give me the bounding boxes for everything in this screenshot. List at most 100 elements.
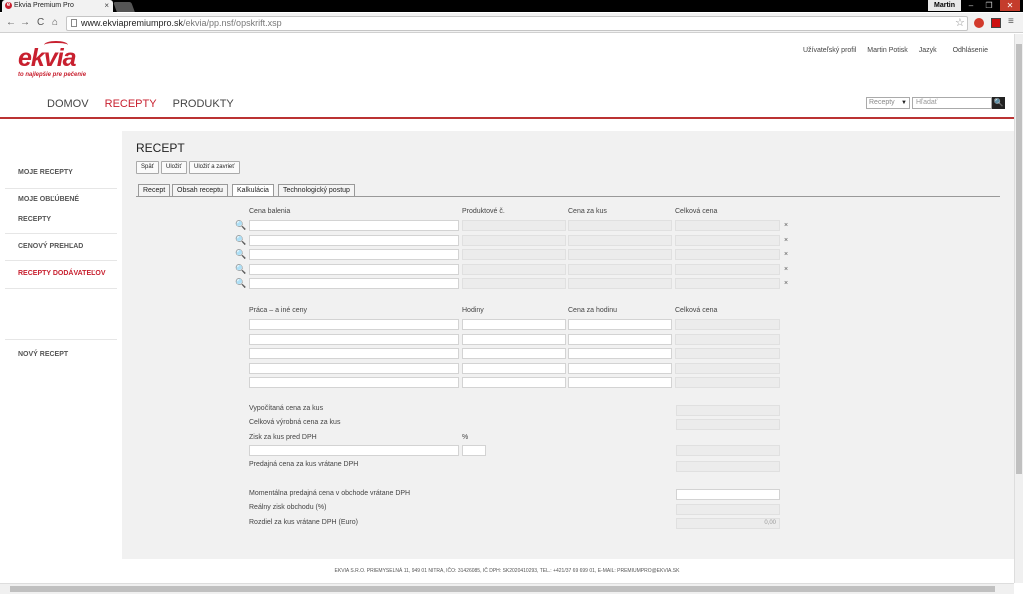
labor-description-input[interactable] — [249, 333, 459, 345]
search-icon[interactable]: 🔍 — [235, 220, 246, 230]
package-price-input[interactable] — [249, 220, 459, 231]
new-tab-button[interactable] — [113, 2, 135, 12]
product-no-field — [462, 249, 566, 260]
product-no-field — [462, 220, 566, 231]
page-icon — [71, 19, 77, 27]
link-user-name[interactable]: Martin Potisk — [867, 47, 907, 54]
back-icon[interactable]: ← — [6, 17, 16, 29]
package-price-input[interactable] — [249, 278, 459, 289]
search-input[interactable]: Hľadať — [912, 97, 992, 109]
forward-icon[interactable]: → — [20, 17, 30, 29]
browser-tab[interactable]: e Ekvia Premium Pro × — [2, 0, 113, 13]
labor-description-input[interactable] — [249, 348, 459, 359]
bookmark-star-icon[interactable]: ☆ — [955, 16, 965, 29]
col-header-package-price: Cena balenia — [249, 208, 291, 215]
labor-description-input[interactable] — [249, 377, 459, 388]
tab-recipe-contents[interactable]: Obsah receptu — [172, 184, 228, 196]
sidebar-item-my-recipes[interactable]: MOJE RECEPTY — [18, 163, 73, 182]
delete-row-icon[interactable]: × — [784, 250, 788, 260]
minimize-icon[interactable]: – — [963, 0, 979, 11]
profit-total-field — [676, 445, 780, 456]
delete-row-icon[interactable]: × — [784, 236, 788, 246]
price-per-piece-field — [568, 278, 672, 289]
home-icon[interactable]: ⌂ — [52, 17, 58, 29]
package-price-input[interactable] — [249, 263, 459, 275]
total-price-field — [675, 263, 780, 275]
search-category-select[interactable]: Recepty ▼ — [866, 97, 910, 109]
product-no-field — [462, 234, 566, 246]
sidebar-divider — [5, 288, 117, 289]
price-per-hour-input[interactable] — [568, 348, 672, 359]
sidebar-item-favorites[interactable]: MOJE OBĽÚBENÉ — [18, 190, 79, 209]
search-icon[interactable]: 🔍 — [235, 278, 246, 288]
extension-icon[interactable] — [974, 18, 984, 28]
package-price-input[interactable] — [249, 249, 459, 260]
close-tab-icon[interactable]: × — [104, 0, 109, 12]
profit-percent-input[interactable] — [462, 445, 486, 456]
sidebar-item-favorites-line2[interactable]: RECEPTY — [18, 210, 51, 229]
price-per-hour-input[interactable] — [568, 333, 672, 345]
label-sale-price: Predajná cena za kus vrátane DPH — [249, 461, 359, 468]
product-no-field — [462, 278, 566, 289]
search-icon[interactable]: 🔍 — [235, 264, 246, 274]
footer: EKVIA S.R.O. PRIEMYSELNÁ 11, 949 01 NITR… — [334, 568, 680, 574]
hours-input[interactable] — [462, 333, 566, 345]
tab-technological-process[interactable]: Technologický postup — [278, 184, 355, 196]
tab-recipe[interactable]: Recept — [138, 184, 171, 196]
hours-input[interactable] — [462, 348, 566, 359]
col-header-labor-total: Celková cena — [675, 307, 718, 314]
back-button[interactable]: Späť — [136, 161, 159, 174]
link-language[interactable]: Jazyk — [919, 47, 937, 54]
hours-input[interactable] — [462, 319, 566, 330]
ekvia-logo[interactable]: ekvia — [18, 44, 77, 73]
nav-recipes[interactable]: RECEPTY — [105, 98, 157, 110]
total-price-field — [675, 278, 780, 289]
tab-underline — [136, 196, 1000, 197]
link-user-profile[interactable]: Užívateľský profil — [803, 47, 856, 54]
horizontal-scrollbar[interactable] — [0, 583, 1014, 594]
delete-row-icon[interactable]: × — [784, 265, 788, 275]
vertical-scroll-thumb[interactable] — [1016, 44, 1022, 474]
save-and-close-button[interactable]: Uložiť a zavrieť — [189, 161, 240, 174]
link-logout[interactable]: Odhlásenie — [953, 47, 988, 54]
hours-input[interactable] — [462, 362, 566, 374]
col-header-price-per-piece: Cena za kus — [568, 208, 607, 215]
page-title: RECEPT — [136, 141, 185, 155]
price-per-piece-field — [568, 234, 672, 246]
col-header-total-price: Celková cena — [675, 208, 718, 215]
price-per-hour-input[interactable] — [568, 377, 672, 388]
profit-input[interactable] — [249, 445, 459, 456]
nav-products[interactable]: PRODUKTY — [173, 98, 234, 110]
hours-input[interactable] — [462, 377, 566, 388]
search-icon[interactable]: 🔍 — [235, 249, 246, 259]
sidebar-item-supplier-recipes[interactable]: RECEPTY DODÁVATEĽOV — [18, 264, 106, 283]
price-per-hour-input[interactable] — [568, 319, 672, 330]
nav-home[interactable]: DOMOV — [47, 98, 89, 110]
delete-row-icon[interactable]: × — [784, 221, 788, 231]
delete-row-icon[interactable]: × — [784, 279, 788, 289]
search-icon[interactable]: 🔍 — [235, 235, 246, 245]
browser-user-badge[interactable]: Martin — [928, 0, 961, 11]
sidebar-item-new-recipe[interactable]: NOVÝ RECEPT — [18, 345, 68, 364]
sale-price-field — [676, 461, 780, 472]
restore-icon[interactable]: ❐ — [981, 0, 997, 11]
label-current-price: Momentálna predajná cena v obchode vráta… — [249, 490, 411, 497]
close-window-icon[interactable]: ✕ — [1000, 0, 1020, 11]
total-price-field — [675, 220, 780, 231]
horizontal-scroll-thumb[interactable] — [10, 586, 995, 592]
window-titlebar — [0, 0, 1023, 12]
package-price-input[interactable] — [249, 234, 459, 246]
label-difference: Rozdiel za kus vrátane DPH (Euro) — [249, 519, 358, 526]
address-bar[interactable]: www.ekviapremiumpro.sk/ekvia/pp.nsf/opsk… — [66, 16, 968, 31]
vertical-scrollbar[interactable] — [1014, 34, 1023, 583]
browser-menu-icon[interactable]: ≡ — [1008, 16, 1014, 27]
sidebar-item-price-overview[interactable]: CENOVÝ PREHĽAD — [18, 237, 83, 256]
extension-icon-2[interactable] — [991, 18, 1001, 28]
labor-description-input[interactable] — [249, 362, 459, 374]
reload-icon[interactable]: C — [37, 17, 44, 29]
search-icon[interactable]: 🔍 — [992, 97, 1005, 109]
save-button[interactable]: Uložiť — [161, 161, 187, 174]
price-per-hour-input[interactable] — [568, 362, 672, 374]
current-price-input[interactable] — [676, 489, 780, 500]
labor-description-input[interactable] — [249, 319, 459, 330]
